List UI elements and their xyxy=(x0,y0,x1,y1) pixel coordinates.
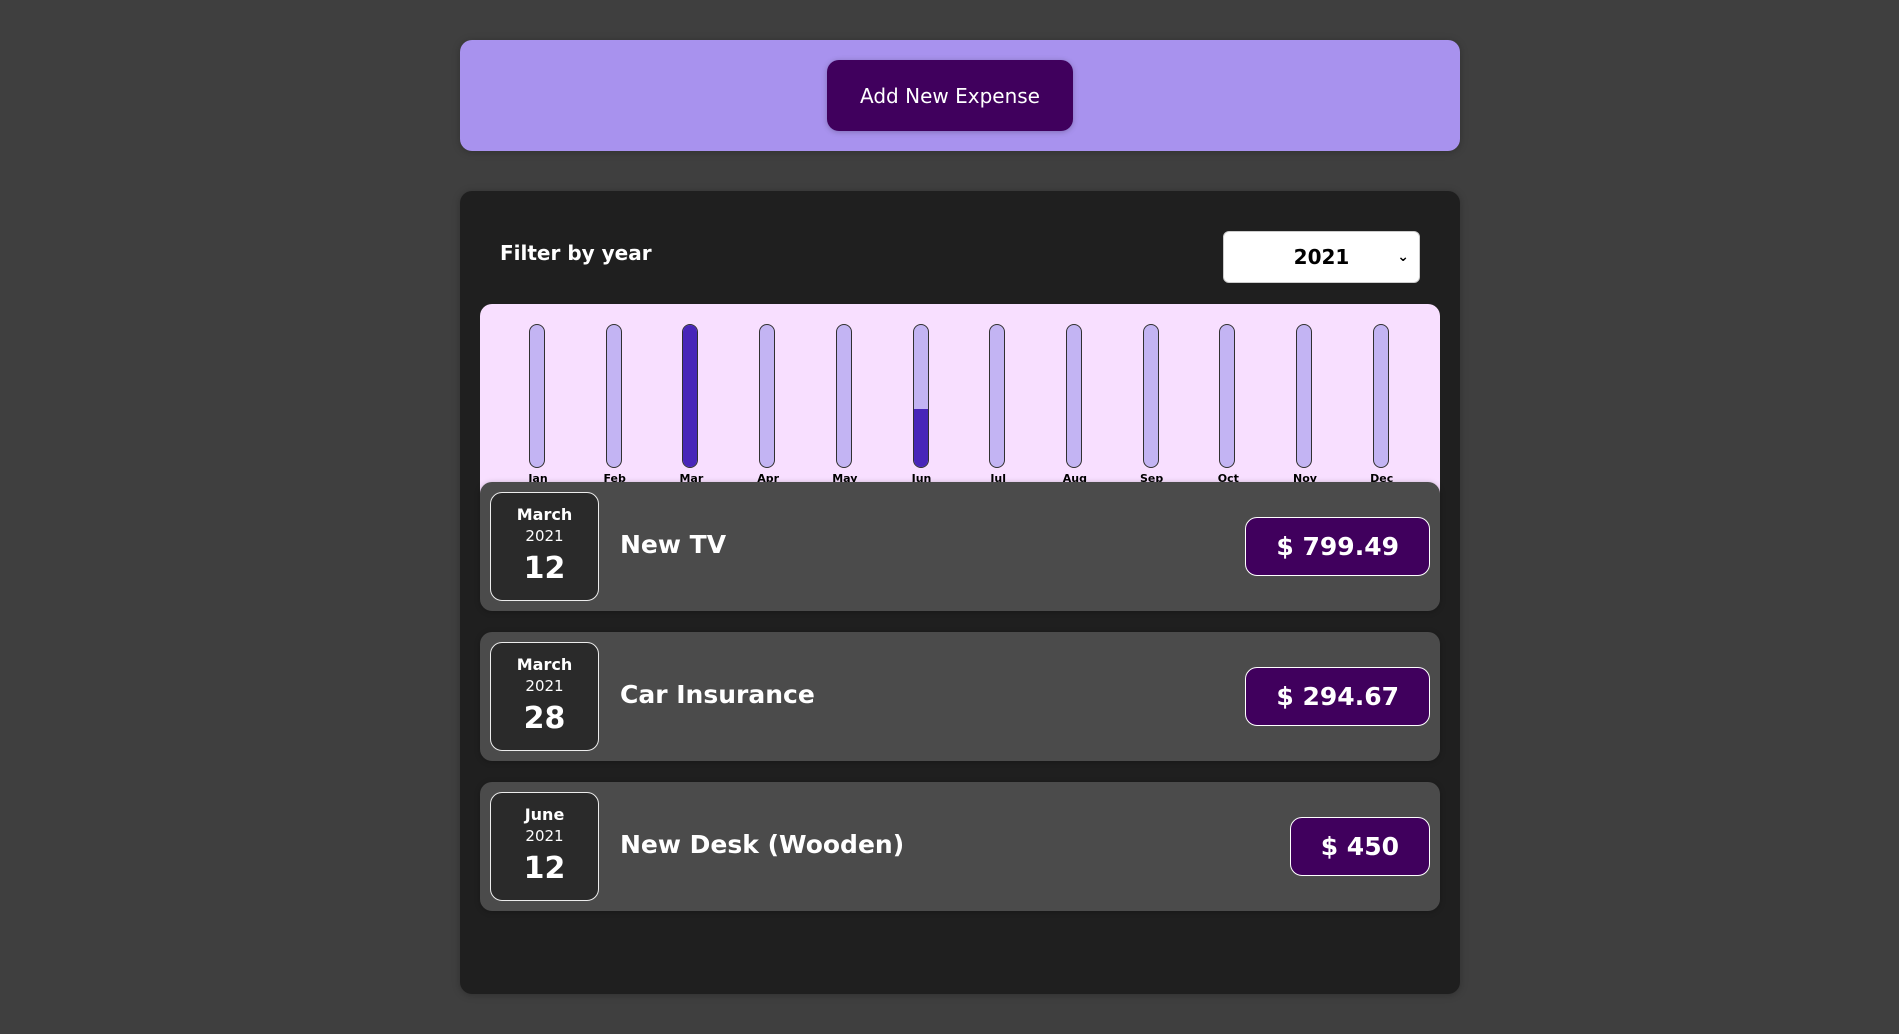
expense-amount: $ 799.49 xyxy=(1245,517,1430,576)
chart-bar-mar: Mar xyxy=(653,324,729,485)
chart-bar-track xyxy=(682,324,699,468)
chart-bar-dec: Dec xyxy=(1344,324,1420,485)
chart-bar-sep: Sep xyxy=(1114,324,1190,485)
expense-date: June 2021 12 xyxy=(490,792,599,901)
chart-bar-jun: Jun xyxy=(884,324,960,485)
filter-label: Filter by year xyxy=(500,241,652,265)
expense-date: March 2021 12 xyxy=(490,492,599,601)
chart-bar-track xyxy=(912,324,929,468)
chart-bar-feb: Feb xyxy=(577,324,653,485)
expense-amount: $ 450 xyxy=(1289,817,1430,876)
chart-bar-may: May xyxy=(807,324,883,485)
expense-title: Car Insurance xyxy=(620,680,815,709)
chart-bar-track xyxy=(835,324,852,468)
expenses-panel: Filter by year 2021 ⌄ Jan Feb Mar Apr May Jun… xyxy=(460,191,1460,994)
expense-amount: $ 294.67 xyxy=(1245,667,1430,726)
chart-bar-track xyxy=(1142,324,1159,468)
chart-bar-fill xyxy=(683,325,698,467)
year-filter-select[interactable]: 2021 ⌄ xyxy=(1223,231,1420,283)
expense-date-day: 12 xyxy=(523,551,566,586)
chart-bar-track xyxy=(989,324,1006,468)
expense-item: June 2021 12 New Desk (Wooden) $ 450 xyxy=(480,782,1440,911)
chart-bar-track xyxy=(759,324,776,468)
expense-date: March 2021 28 xyxy=(490,642,599,751)
expense-date-year: 2021 xyxy=(525,527,564,545)
year-select-value: 2021 xyxy=(1293,245,1350,269)
expense-title: New Desk (Wooden) xyxy=(620,830,905,859)
chart-bar-fill xyxy=(913,408,928,467)
expense-title: New TV xyxy=(620,530,727,559)
chart-bar-nov: Nov xyxy=(1267,324,1343,485)
chart-bar-track xyxy=(1065,324,1082,468)
chart-bar-jul: Jul xyxy=(960,324,1036,485)
expense-date-year: 2021 xyxy=(525,827,564,845)
chart-bar-track xyxy=(605,324,622,468)
chart-bar-oct: Oct xyxy=(1190,324,1266,485)
expense-date-day: 12 xyxy=(523,851,566,886)
chart-bar-apr: Apr xyxy=(730,324,806,485)
expense-date-year: 2021 xyxy=(525,677,564,695)
chart-bar-track xyxy=(1372,324,1389,468)
app-root: Add New Expense Filter by year 2021 ⌄ Ja… xyxy=(0,0,1899,1034)
add-new-expense-button[interactable]: Add New Expense xyxy=(827,60,1073,131)
expense-item: March 2021 12 New TV $ 799.49 xyxy=(480,482,1440,611)
expenses-chart: Jan Feb Mar Apr May Jun Jul Aug Sep Oct Nov Dec xyxy=(480,304,1440,503)
chart-bar-aug: Aug xyxy=(1037,324,1113,485)
chevron-down-icon: ⌄ xyxy=(1397,249,1409,265)
new-expense-panel: Add New Expense xyxy=(460,40,1460,151)
chart-bar-track xyxy=(529,324,545,468)
chart-bar-track xyxy=(1296,324,1312,468)
chart-bar-track xyxy=(1219,324,1236,468)
expense-date-day: 28 xyxy=(523,701,566,736)
expense-date-month: March xyxy=(516,655,573,674)
chart-bar-jan: Jan xyxy=(500,324,576,485)
expense-date-month: March xyxy=(516,505,573,524)
expense-item: March 2021 28 Car Insurance $ 294.67 xyxy=(480,632,1440,761)
expense-date-month: June xyxy=(524,805,565,824)
